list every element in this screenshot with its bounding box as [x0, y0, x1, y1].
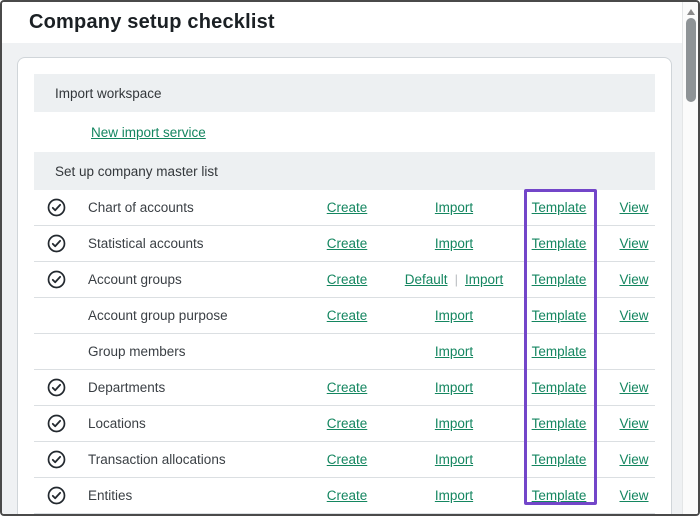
import-link[interactable]: Import — [435, 308, 473, 323]
import-link[interactable]: Import — [435, 416, 473, 431]
view-link[interactable]: View — [619, 380, 648, 395]
create-link[interactable]: Create — [327, 236, 368, 251]
view-link[interactable]: View — [619, 308, 648, 323]
view-link[interactable]: View — [619, 236, 648, 251]
create-link[interactable]: Create — [327, 452, 368, 467]
checklist-table: Chart of accounts Create Import Template… — [34, 190, 655, 514]
row-label: Statistical accounts — [88, 236, 204, 251]
row-label: Account group purpose — [88, 308, 228, 323]
scrollbar-thumb[interactable] — [686, 18, 696, 102]
completed-check-icon — [47, 414, 66, 433]
create-link[interactable]: Create — [327, 308, 368, 323]
import-link[interactable]: Import — [435, 236, 473, 251]
table-row: Chart of accounts Create Import Template… — [34, 190, 655, 226]
template-link[interactable]: Template — [532, 308, 587, 323]
view-link[interactable]: View — [619, 416, 648, 431]
completed-check-icon — [47, 450, 66, 469]
import-link[interactable]: Import — [465, 272, 503, 287]
company-setup-window: Company setup checklist Import workspace… — [0, 0, 700, 516]
section-header-import-workspace: Import workspace — [34, 74, 655, 112]
row-label: Departments — [88, 380, 165, 395]
import-link[interactable]: Import — [435, 488, 473, 503]
template-link[interactable]: Template — [532, 416, 587, 431]
triangle-up-icon — [687, 9, 695, 15]
section-label: Import workspace — [55, 86, 162, 101]
new-import-service-link[interactable]: New import service — [91, 125, 206, 140]
default-link[interactable]: Default — [405, 272, 448, 287]
section-header-master-list: Set up company master list — [34, 152, 655, 190]
template-link[interactable]: Template — [532, 236, 587, 251]
import-link[interactable]: Import — [435, 380, 473, 395]
table-row: Account groups Create Default | Import Tem… — [34, 262, 655, 298]
pipe-separator: | — [455, 272, 458, 287]
create-link[interactable]: Create — [327, 488, 368, 503]
template-link[interactable]: Template — [532, 200, 587, 215]
create-link[interactable]: Create — [327, 200, 368, 215]
table-row: Group members Import Template — [34, 334, 655, 370]
table-row: Account group purpose Create Import Temp… — [34, 298, 655, 334]
view-link[interactable]: View — [619, 272, 648, 287]
completed-check-icon — [47, 234, 66, 253]
row-label: Group members — [88, 344, 186, 359]
import-workspace-row: New import service — [34, 112, 655, 152]
template-link[interactable]: Template — [532, 452, 587, 467]
view-link[interactable]: View — [619, 200, 648, 215]
template-link[interactable]: Template — [532, 344, 587, 359]
row-label: Entities — [88, 488, 132, 503]
table-row: Statistical accounts Create Import Templ… — [34, 226, 655, 262]
table-row: Locations Create Import Template View — [34, 406, 655, 442]
vertical-scrollbar[interactable] — [682, 2, 698, 514]
import-link[interactable]: Import — [435, 344, 473, 359]
create-link[interactable]: Create — [327, 416, 368, 431]
import-link[interactable]: Import — [435, 452, 473, 467]
completed-check-icon — [47, 270, 66, 289]
template-link[interactable]: Template — [532, 272, 587, 287]
table-row: Entities Create Import Template View — [34, 478, 655, 514]
view-link[interactable]: View — [619, 452, 648, 467]
completed-check-icon — [47, 198, 66, 217]
template-link[interactable]: Template — [532, 488, 587, 503]
row-label: Chart of accounts — [88, 200, 194, 215]
view-link[interactable]: View — [619, 488, 648, 503]
scrollbar-up-button[interactable] — [683, 6, 698, 18]
section-label: Set up company master list — [55, 164, 218, 179]
completed-check-icon — [47, 486, 66, 505]
row-label: Account groups — [88, 272, 182, 287]
title-bar: Company setup checklist — [2, 2, 682, 43]
row-label: Transaction allocations — [88, 452, 226, 467]
page-title: Company setup checklist — [29, 11, 275, 34]
table-row: Departments Create Import Template View — [34, 370, 655, 406]
row-label: Locations — [88, 416, 146, 431]
template-link[interactable]: Template — [532, 380, 587, 395]
create-link[interactable]: Create — [327, 380, 368, 395]
import-link[interactable]: Import — [435, 200, 473, 215]
completed-check-icon — [47, 378, 66, 397]
table-row: Transaction allocations Create Import Te… — [34, 442, 655, 478]
checklist-panel: Import workspace New import service Set … — [17, 57, 672, 516]
create-link[interactable]: Create — [327, 272, 368, 287]
